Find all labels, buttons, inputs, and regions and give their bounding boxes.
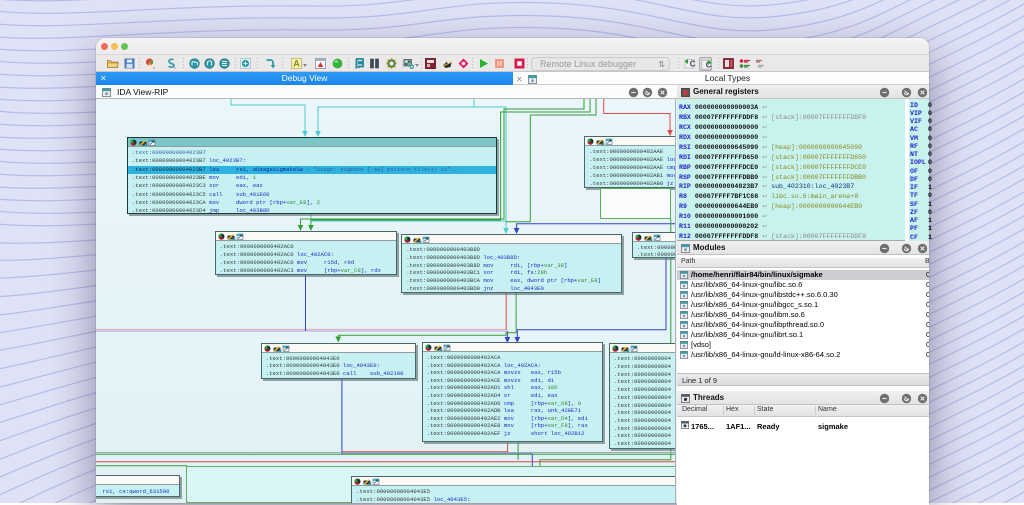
- svg-text:C: C: [689, 60, 695, 69]
- svg-text:A: A: [293, 59, 300, 69]
